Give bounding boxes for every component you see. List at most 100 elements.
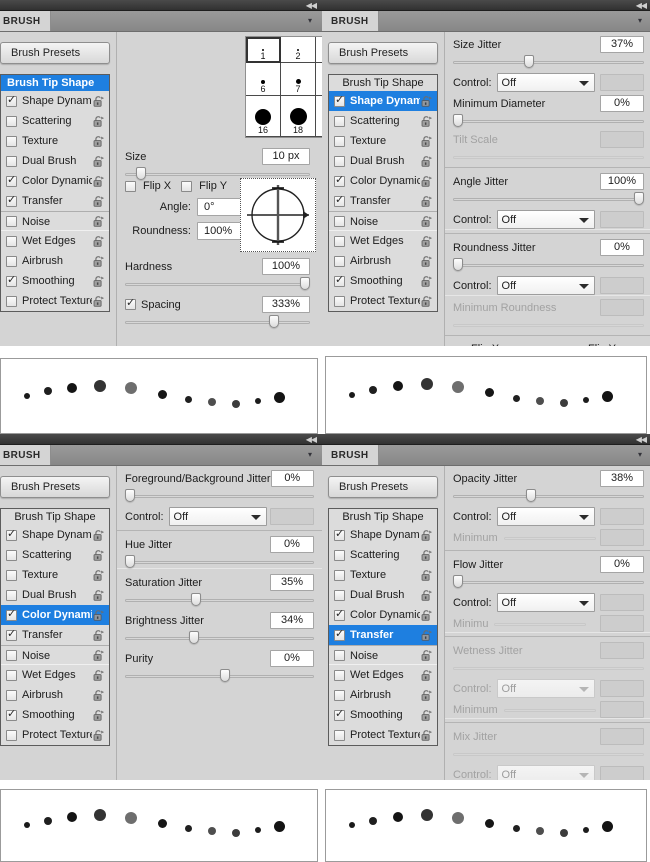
option-wet-edges[interactable]: Wet Edges xyxy=(1,665,109,685)
lock-icon[interactable] xyxy=(92,195,105,208)
option-scattering[interactable]: Scattering xyxy=(1,111,109,131)
option-color-dynamics[interactable]: Color Dynamics xyxy=(329,605,437,625)
lock-icon[interactable] xyxy=(92,729,105,742)
size-jitter-thumb[interactable] xyxy=(523,55,534,68)
option-checkbox[interactable] xyxy=(6,689,17,701)
option-color-dynamics[interactable]: Color Dynamics xyxy=(1,605,109,625)
panel-menu-icon-bl[interactable]: ▾ xyxy=(308,450,318,460)
panel-menu-icon-tr[interactable]: ▾ xyxy=(638,16,648,26)
angle-jitter-thumb[interactable] xyxy=(634,192,644,205)
saturation-jitter-value-field[interactable]: 35% xyxy=(270,574,314,591)
roundness-jitter-slider[interactable] xyxy=(453,258,644,271)
collapse-to-icons-icon[interactable]: ◀◀ xyxy=(636,0,647,11)
option-checkbox[interactable] xyxy=(6,569,17,581)
option-checkbox[interactable] xyxy=(334,135,345,147)
option-transfer[interactable]: Transfer xyxy=(329,625,437,645)
lock-icon[interactable] xyxy=(92,235,105,248)
tab-brush[interactable]: BRUSH xyxy=(322,11,379,31)
lock-icon[interactable] xyxy=(92,135,105,148)
option-wet-edges[interactable]: Wet Edges xyxy=(1,231,109,251)
lock-icon[interactable] xyxy=(420,709,433,722)
option-smoothing[interactable]: Smoothing xyxy=(1,705,109,725)
option-wet-edges[interactable]: Wet Edges xyxy=(329,665,437,685)
foreground-background-jitter-slider[interactable] xyxy=(125,489,314,502)
option-checkbox[interactable] xyxy=(6,528,17,541)
size-slider-thumb[interactable] xyxy=(136,167,147,180)
option-protect-texture[interactable]: Protect Texture xyxy=(329,291,437,311)
lock-icon[interactable] xyxy=(92,115,105,128)
option-checkbox[interactable] xyxy=(334,628,345,641)
spacing-slider-thumb[interactable] xyxy=(269,315,280,328)
collapse-to-icons-icon[interactable]: ◀◀ xyxy=(636,434,647,445)
option-checkbox[interactable] xyxy=(6,708,17,721)
option-checkbox[interactable] xyxy=(6,155,17,167)
lock-icon[interactable] xyxy=(92,589,105,602)
option-checkbox[interactable] xyxy=(6,135,17,147)
flip-x-checkbox[interactable] xyxy=(125,180,136,192)
spacing-slider[interactable] xyxy=(125,315,310,328)
option-checkbox[interactable] xyxy=(334,608,345,621)
option-checkbox[interactable] xyxy=(6,174,17,187)
brush-presets-button-bl[interactable]: Brush Presets xyxy=(0,476,110,498)
hue-jitter-thumb[interactable] xyxy=(125,555,135,568)
option-protect-texture[interactable]: Protect Texture xyxy=(1,725,109,745)
brush-preset-grid[interactable]: 1234567912131618192428 xyxy=(245,36,322,138)
option-dual-brush[interactable]: Dual Brush xyxy=(1,151,109,171)
option-protect-texture[interactable]: Protect Texture xyxy=(329,725,437,745)
lock-icon[interactable] xyxy=(92,175,105,188)
opacity-jitter-value-field[interactable]: 38% xyxy=(600,470,644,487)
lock-icon[interactable] xyxy=(420,195,433,208)
option-noise[interactable]: Noise xyxy=(1,211,109,231)
flip-y-checkbox[interactable] xyxy=(181,180,193,192)
lock-icon[interactable] xyxy=(420,549,433,562)
collapse-to-icons-icon[interactable]: ◀◀ xyxy=(306,0,317,11)
lock-icon[interactable] xyxy=(420,295,433,308)
fgbg-control-dropdown[interactable]: Off xyxy=(168,507,267,526)
lock-icon[interactable] xyxy=(420,689,433,702)
lock-icon[interactable] xyxy=(420,215,433,228)
spacing-value-field[interactable]: 333% xyxy=(262,296,310,313)
brush-presets-button-tl[interactable]: Brush Presets xyxy=(0,42,110,64)
option-shape-dynamics[interactable]: Shape Dynamics xyxy=(329,91,437,111)
option-checkbox[interactable] xyxy=(6,235,17,247)
foreground-background-jitter-thumb[interactable] xyxy=(125,489,135,502)
hardness-value-field[interactable]: 100% xyxy=(262,258,310,275)
size-jitter-value-field[interactable]: 37% xyxy=(600,36,644,53)
option-shape-dynamics[interactable]: Shape Dynamics xyxy=(329,525,437,545)
angle-jitter-control-dropdown[interactable]: Off xyxy=(496,210,595,229)
option-checkbox[interactable] xyxy=(6,729,17,741)
option-noise[interactable]: Noise xyxy=(329,645,437,665)
opacity-jitter-thumb[interactable] xyxy=(525,489,536,502)
tab-brush[interactable]: BRUSH xyxy=(322,445,379,465)
panel-menu-icon-tl[interactable]: ▾ xyxy=(308,16,318,26)
lock-icon[interactable] xyxy=(420,669,433,682)
purity-thumb[interactable] xyxy=(219,669,230,682)
lock-icon[interactable] xyxy=(92,569,105,582)
option-transfer[interactable]: Transfer xyxy=(1,625,109,645)
lock-icon[interactable] xyxy=(92,649,105,662)
option-checkbox[interactable] xyxy=(334,295,345,307)
lock-icon[interactable] xyxy=(92,255,105,268)
option-dual-brush[interactable]: Dual Brush xyxy=(1,585,109,605)
brush-preset-cell[interactable]: 18 xyxy=(281,96,316,137)
option-checkbox[interactable] xyxy=(334,194,345,207)
option-color-dynamics[interactable]: Color Dynamics xyxy=(1,171,109,191)
option-checkbox[interactable] xyxy=(6,295,17,307)
option-checkbox[interactable] xyxy=(6,255,17,267)
option-smoothing[interactable]: Smoothing xyxy=(329,705,437,725)
option-checkbox[interactable] xyxy=(334,729,345,741)
option-checkbox[interactable] xyxy=(6,589,17,601)
option-protect-texture[interactable]: Protect Texture xyxy=(1,291,109,311)
option-checkbox[interactable] xyxy=(334,669,345,681)
lock-icon[interactable] xyxy=(92,669,105,682)
roundness-jitter-control-dropdown[interactable]: Off xyxy=(496,276,595,295)
option-airbrush[interactable]: Airbrush xyxy=(329,251,437,271)
brightness-jitter-value-field[interactable]: 34% xyxy=(270,612,314,629)
brush-preset-cell[interactable]: 6 xyxy=(246,62,281,97)
lock-icon[interactable] xyxy=(92,709,105,722)
lock-icon[interactable] xyxy=(420,629,433,642)
brush-presets-button-tr[interactable]: Brush Presets xyxy=(328,42,438,64)
opacity-control-dropdown[interactable]: Off xyxy=(496,507,595,526)
panel-menu-icon-br[interactable]: ▾ xyxy=(638,450,648,460)
lock-icon[interactable] xyxy=(420,649,433,662)
